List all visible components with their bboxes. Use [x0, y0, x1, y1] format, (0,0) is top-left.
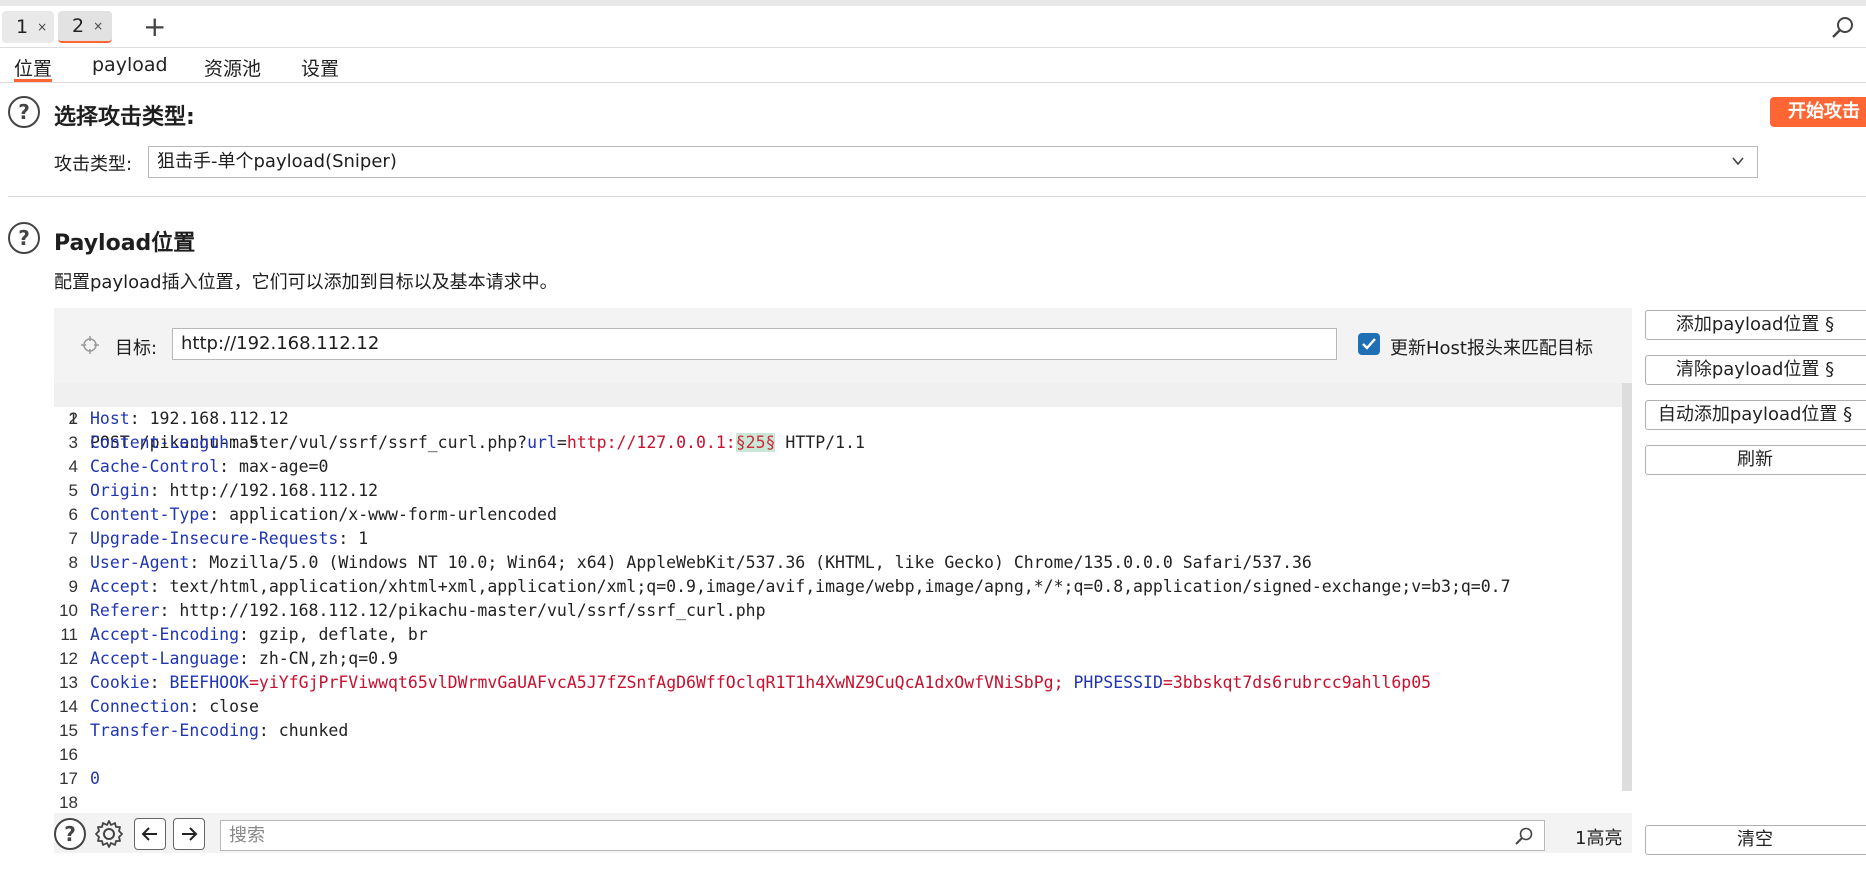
- search-icon[interactable]: [1830, 15, 1856, 41]
- crosshair-icon: [81, 336, 99, 354]
- arrow-right-icon: [182, 827, 198, 841]
- clear-button[interactable]: 清空: [1645, 825, 1866, 855]
- search-icon[interactable]: [1514, 826, 1534, 846]
- next-match-button[interactable]: [173, 818, 205, 850]
- attack-type-value: 狙击手-单个payload(Sniper): [157, 151, 397, 172]
- request-line: 7 Upgrade-Insecure-Requests: 1: [68, 529, 369, 548]
- tab-positions[interactable]: 位置: [14, 54, 53, 82]
- intruder-subtabs: 位置 payload 资源池 设置: [0, 49, 1866, 83]
- auto-add-payload-position-button[interactable]: 自动添加payload位置 §: [1645, 400, 1866, 430]
- close-icon[interactable]: ×: [37, 20, 47, 34]
- attack-type-label: 攻击类型:: [54, 154, 133, 175]
- add-payload-position-button[interactable]: 添加payload位置 §: [1645, 310, 1866, 340]
- request-search-box: [220, 820, 1545, 851]
- request-line-1: 1 POST /pikachu-master/vul/ssrf/ssrf_cur…: [54, 383, 1622, 452]
- help-circle-icon[interactable]: ?: [8, 222, 40, 254]
- request-line: 16: [59, 745, 78, 764]
- section-divider: [8, 196, 1866, 197]
- request-line: 6 Content-Type: application/x-www-form-ur…: [68, 505, 557, 524]
- request-line: 10 Referer: http://192.168.112.12/pikachu…: [59, 601, 766, 620]
- update-host-label: 更新Host报头来匹配目标: [1390, 338, 1593, 359]
- request-line: 18: [59, 793, 78, 812]
- tab-label: 1: [16, 16, 29, 38]
- search-input[interactable]: [229, 825, 1489, 846]
- tab-label: 2: [72, 15, 85, 37]
- request-tab-1[interactable]: 1 ×: [2, 11, 54, 43]
- request-line: 3 Content-Length: 5: [68, 433, 259, 452]
- request-editor[interactable]: 1 POST /pikachu-master/vul/ssrf/ssrf_cur…: [54, 383, 1632, 813]
- payload-positions-title: Payload位置: [54, 231, 196, 256]
- help-circle-icon[interactable]: ?: [8, 96, 40, 128]
- request-line: 15 Transfer-Encoding: chunked: [59, 721, 349, 740]
- request-line: 17 0: [59, 769, 100, 788]
- request-tab-bar: 1 × 2 × +: [0, 6, 1866, 48]
- request-line: 11 Accept-Encoding: gzip, deflate, br: [60, 625, 428, 644]
- attack-type-select[interactable]: 狙击手-单个payload(Sniper): [148, 146, 1758, 178]
- clear-payload-position-button[interactable]: 清除payload位置 §: [1645, 355, 1866, 385]
- payload-positions-description: 配置payload插入位置，它们可以添加到目标以及基本请求中。: [54, 272, 558, 293]
- request-line: 12 Accept-Language: zh-CN,zh;q=0.9: [59, 649, 398, 668]
- chevron-down-icon: [1732, 157, 1744, 166]
- request-line: 4 Cache-Control: max-age=0: [68, 457, 329, 476]
- target-input[interactable]: http://192.168.112.12: [172, 328, 1337, 360]
- help-circle-icon[interactable]: ?: [54, 818, 86, 850]
- tab-settings[interactable]: 设置: [301, 54, 339, 82]
- update-host-checkbox[interactable]: [1358, 333, 1380, 355]
- request-line: 14 Connection: close: [59, 697, 259, 716]
- attack-type-title: 选择攻击类型:: [54, 105, 195, 130]
- editor-scrollbar[interactable]: [1622, 383, 1632, 791]
- refresh-button[interactable]: 刷新: [1645, 445, 1866, 475]
- tab-payload[interactable]: payload: [92, 54, 168, 82]
- tab-resource-pool[interactable]: 资源池: [204, 54, 261, 82]
- start-attack-button[interactable]: 开始攻击: [1770, 97, 1866, 127]
- request-line: 13 Cookie: BEEFHOOK=yiYfGjPrFViwwqt65vlDW…: [59, 673, 1432, 692]
- request-line: 9 Accept: text/html,application/xhtml+xml…: [68, 577, 1511, 596]
- request-line: 5 Origin: http://192.168.112.12: [68, 481, 379, 500]
- request-line: 2 Host: 192.168.112.12: [68, 409, 289, 428]
- check-icon: [1362, 338, 1376, 350]
- request-tab-2[interactable]: 2 ×: [58, 11, 112, 43]
- target-label: 目标:: [115, 338, 158, 359]
- highlight-count: 1高亮: [1575, 828, 1623, 849]
- request-line: 8 User-Agent: Mozilla/5.0 (Windows NT 10.…: [68, 553, 1312, 572]
- previous-match-button[interactable]: [134, 818, 166, 850]
- add-tab-button[interactable]: +: [143, 12, 166, 42]
- close-icon[interactable]: ×: [93, 19, 103, 33]
- gear-icon[interactable]: [93, 818, 125, 850]
- arrow-left-icon: [141, 827, 157, 841]
